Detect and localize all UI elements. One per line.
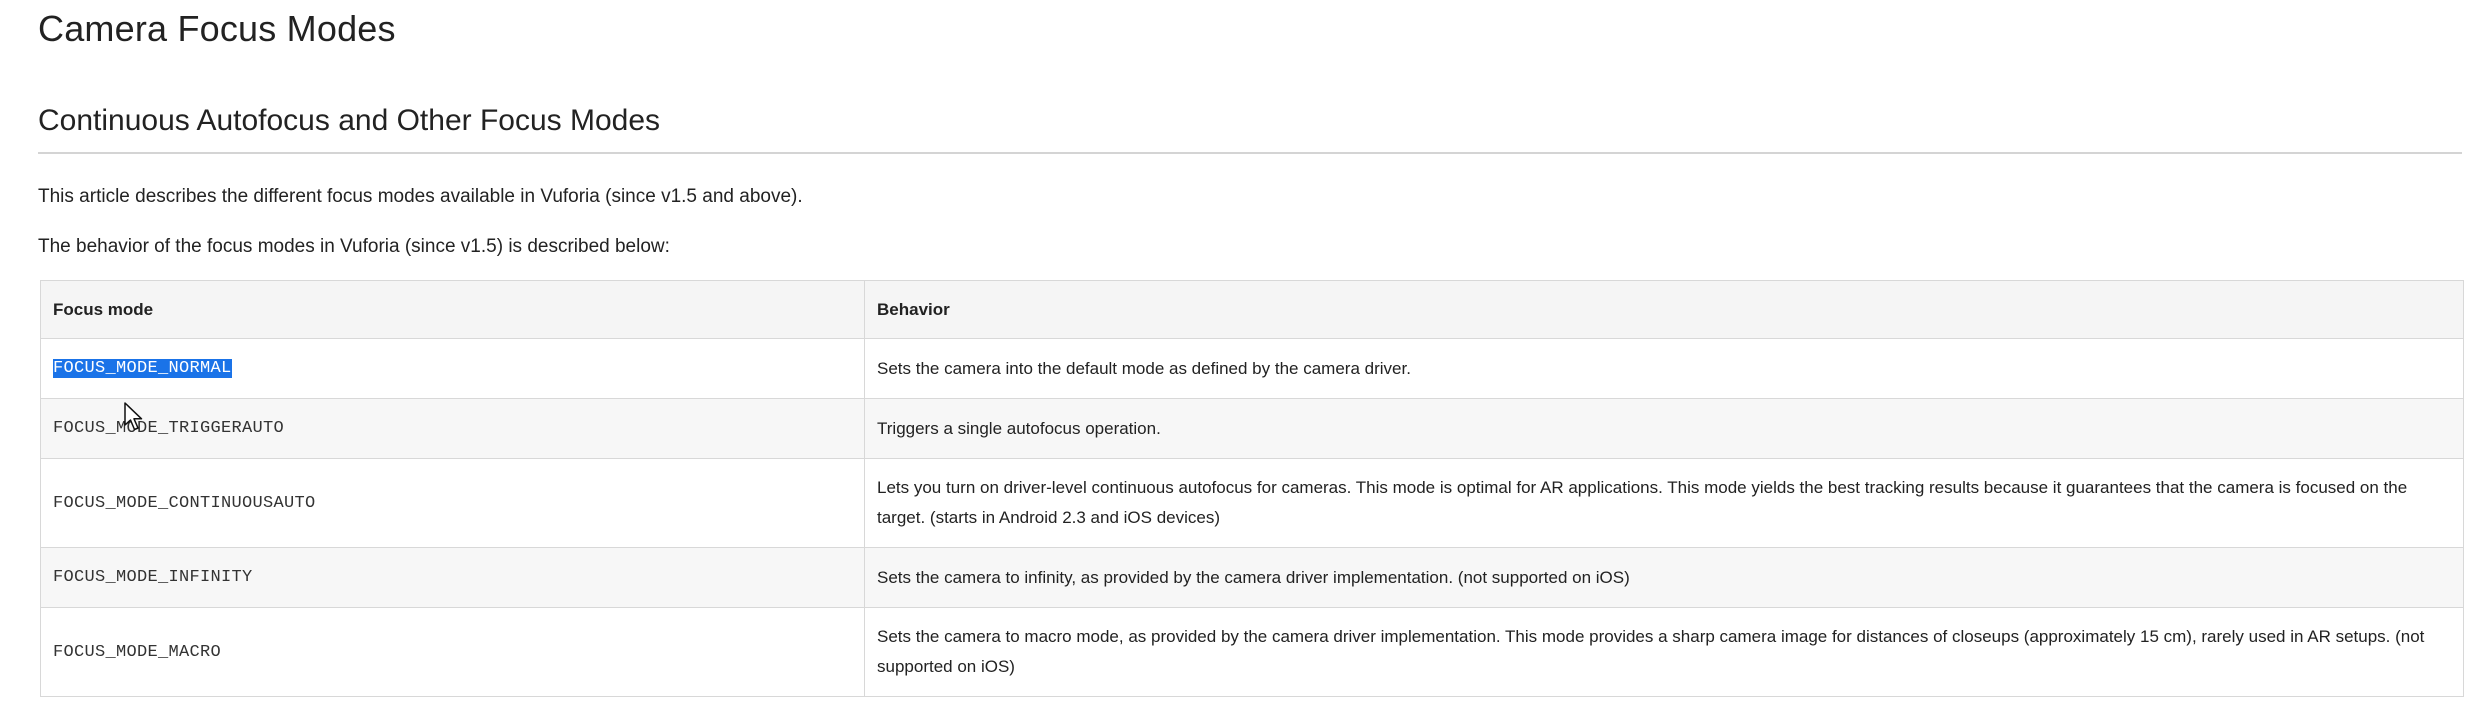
- focus-modes-table: Focus mode Behavior FOCUS_MODE_NORMAL Se…: [40, 280, 2464, 697]
- behavior-text: Lets you turn on driver-level continuous…: [877, 478, 2408, 527]
- page-title: Camera Focus Modes: [38, 8, 396, 49]
- table-row: FOCUS_MODE_INFINITY Sets the camera to i…: [40, 547, 2464, 608]
- behavior-text: Sets the camera to macro mode, as provid…: [877, 627, 2425, 676]
- behavior-cell: Sets the camera into the default mode as…: [864, 338, 2464, 399]
- intro-paragraph: This article describes the different foc…: [38, 186, 803, 207]
- mouse-pointer-icon: [124, 402, 143, 431]
- focus-mode-name-selected[interactable]: FOCUS_MODE_NORMAL: [53, 359, 232, 378]
- table-row: FOCUS_MODE_TRIGGERAUTO Triggers a single…: [40, 398, 2464, 459]
- table-row: FOCUS_MODE_MACRO Sets the camera to macr…: [40, 607, 2464, 697]
- behavior-cell: Sets the camera to macro mode, as provid…: [864, 607, 2464, 697]
- table-header-row: Focus mode Behavior: [40, 280, 2464, 339]
- table-row: FOCUS_MODE_NORMAL Sets the camera into t…: [40, 338, 2464, 399]
- focus-mode-cell: FOCUS_MODE_CONTINUOUSAUTO: [40, 458, 865, 548]
- section-divider: [38, 152, 2462, 154]
- focus-mode-cell: FOCUS_MODE_TRIGGERAUTO: [40, 398, 865, 459]
- section-heading: Continuous Autofocus and Other Focus Mod…: [38, 104, 661, 137]
- focus-mode-name[interactable]: FOCUS_MODE_INFINITY: [53, 568, 253, 587]
- behavior-cell: Sets the camera to infinity, as provided…: [864, 547, 2464, 608]
- focus-mode-name[interactable]: FOCUS_MODE_TRIGGERAUTO: [53, 419, 284, 438]
- behavior-cell: Triggers a single autofocus operation.: [864, 398, 2464, 459]
- focus-mode-name[interactable]: FOCUS_MODE_MACRO: [53, 643, 221, 662]
- focus-mode-cell: FOCUS_MODE_INFINITY: [40, 547, 865, 608]
- focus-mode-name[interactable]: FOCUS_MODE_CONTINUOUSAUTO: [53, 494, 316, 513]
- column-header-behavior: Behavior: [864, 280, 2464, 339]
- column-header-focus-mode: Focus mode: [40, 280, 865, 339]
- behavior-text: Sets the camera to infinity, as provided…: [877, 567, 1630, 587]
- behavior-cell: Lets you turn on driver-level continuous…: [864, 458, 2464, 548]
- behavior-text: Sets the camera into the default mode as…: [877, 358, 1411, 378]
- lead-in-paragraph: The behavior of the focus modes in Vufor…: [38, 236, 670, 257]
- table-row: FOCUS_MODE_CONTINUOUSAUTO Lets you turn …: [40, 458, 2464, 548]
- behavior-text: Triggers a single autofocus operation.: [877, 418, 1161, 438]
- focus-mode-cell: FOCUS_MODE_MACRO: [40, 607, 865, 697]
- focus-mode-cell: FOCUS_MODE_NORMAL: [40, 338, 865, 399]
